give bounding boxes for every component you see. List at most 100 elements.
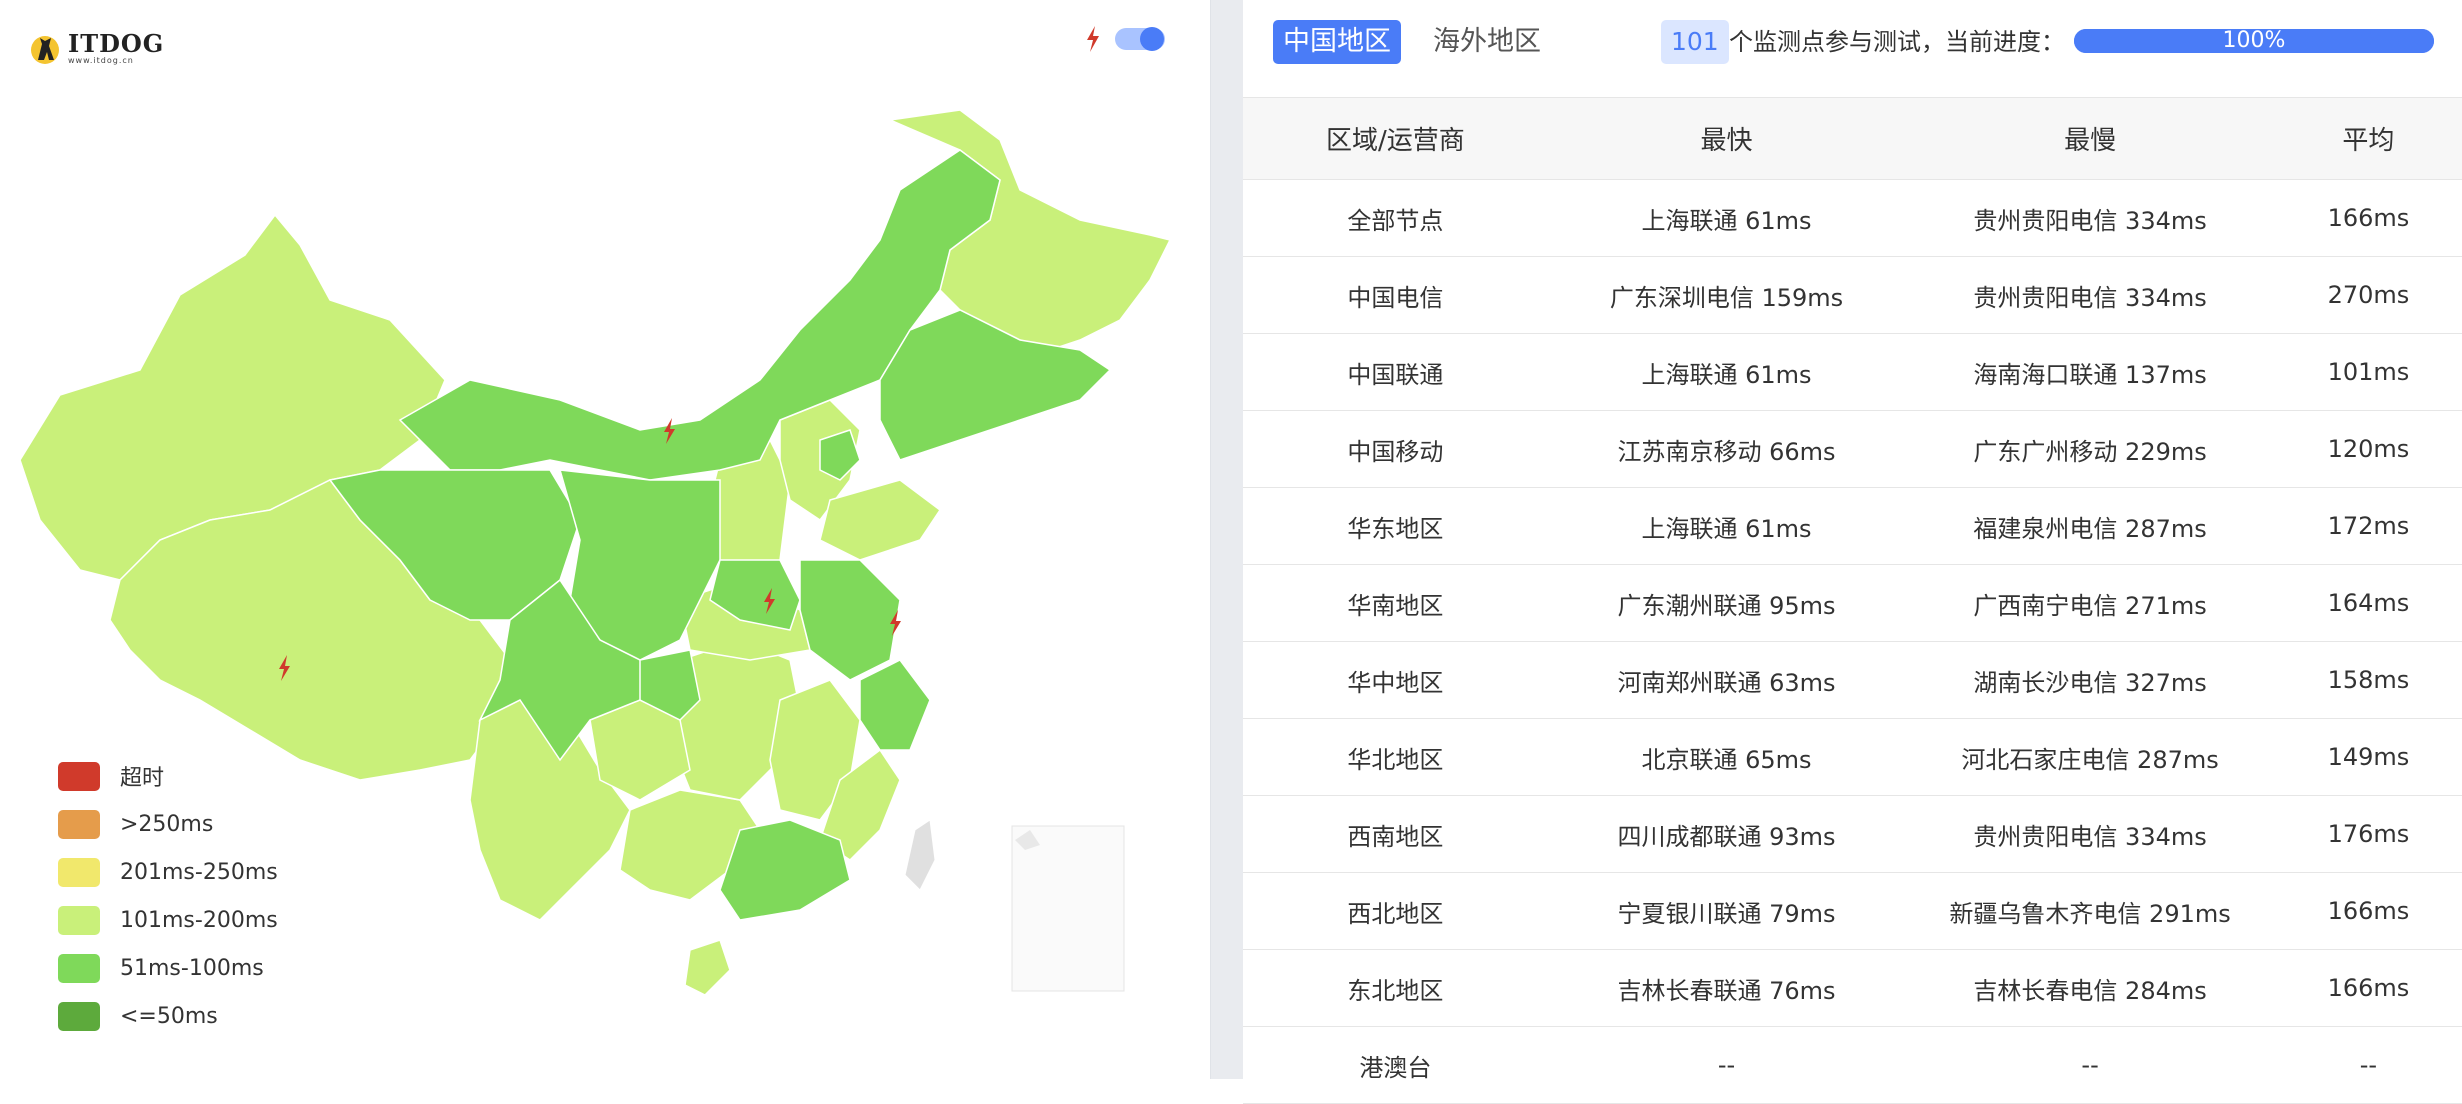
cell-fastest: 江苏南京移动 66ms (1547, 410, 1906, 488)
cell-slowest: 吉林长春电信 284ms (1905, 949, 2275, 1027)
cell-fastest: 上海联通 61ms (1547, 333, 1906, 411)
legend-item-under-50[interactable]: <=50ms (58, 992, 278, 1040)
cell-average: 164ms (2274, 564, 2462, 642)
legend-swatch (58, 809, 100, 839)
cell-slowest: 贵州贵阳电信 334ms (1905, 795, 2275, 873)
cell-average: 166ms (2274, 872, 2462, 950)
region-hainan (684, 939, 731, 996)
lightning-icon (1087, 26, 1099, 52)
results-panel: 中国地区 海外地区 101 个监测点参与测试，当前进度： 100% 区域/运营商… (1243, 0, 2462, 1104)
dog-logo-icon (31, 36, 59, 64)
cell-region: 西南地区 (1243, 795, 1548, 873)
cell-fastest: -- (1547, 1026, 1906, 1104)
cell-fastest: 宁夏银川联通 79ms (1547, 872, 1906, 950)
table-row[interactable]: 港澳台 -- -- -- (1243, 1026, 2462, 1104)
cell-region: 华中地区 (1243, 641, 1548, 719)
cell-region: 中国移动 (1243, 410, 1548, 488)
table-row[interactable]: 华北地区 北京联通 65ms 河北石家庄电信 287ms 149ms (1243, 718, 2462, 796)
legend-item-101-200[interactable]: 101ms-200ms (58, 896, 278, 944)
table-row[interactable]: 华中地区 河南郑州联通 63ms 湖南长沙电信 327ms 158ms (1243, 641, 2462, 719)
cell-slowest: 广西南宁电信 271ms (1905, 564, 2275, 642)
panel-divider[interactable] (1210, 0, 1244, 1079)
results-table: 区域/运营商 最快 最慢 平均 全部节点 上海联通 61ms 贵州贵阳电信 334m… (1243, 97, 2462, 1104)
header-fastest[interactable]: 最快 (1547, 97, 1906, 180)
lightning-toggle[interactable] (1115, 27, 1165, 51)
cell-slowest: -- (1905, 1026, 2275, 1104)
table-row[interactable]: 西北地区 宁夏银川联通 79ms 新疆乌鲁木齐电信 291ms 166ms (1243, 872, 2462, 950)
cell-fastest: 广东深圳电信 159ms (1547, 256, 1906, 334)
progress-bar: 100% (2074, 29, 2434, 53)
probe-count-badge: 101 (1661, 20, 1729, 64)
cell-slowest: 河北石家庄电信 287ms (1905, 718, 2275, 796)
cell-region: 华南地区 (1243, 564, 1548, 642)
cell-region: 华北地区 (1243, 718, 1548, 796)
tab-china[interactable]: 中国地区 (1273, 20, 1401, 64)
cell-average: 270ms (2274, 256, 2462, 334)
table-row[interactable]: 中国联通 上海联通 61ms 海南海口联通 137ms 101ms (1243, 333, 2462, 411)
cell-average: 166ms (2274, 179, 2462, 257)
cell-region: 港澳台 (1243, 1026, 1548, 1104)
cell-slowest: 湖南长沙电信 327ms (1905, 641, 2275, 719)
south-sea-inset (1011, 825, 1125, 992)
region-jiangsu-anhui (799, 559, 901, 681)
cell-region: 全部节点 (1243, 179, 1548, 257)
table-row[interactable]: 中国移动 江苏南京移动 66ms 广东广州移动 229ms 120ms (1243, 410, 2462, 488)
legend-swatch (58, 953, 100, 983)
header-average[interactable]: 平均 (2274, 97, 2462, 180)
legend-item-timeout[interactable]: 超时 (58, 752, 278, 800)
cell-fastest: 上海联通 61ms (1547, 179, 1906, 257)
table-row[interactable]: 华东地区 上海联通 61ms 福建泉州电信 287ms 172ms (1243, 487, 2462, 565)
cell-average: 120ms (2274, 410, 2462, 488)
table-row[interactable]: 全部节点 上海联通 61ms 贵州贵阳电信 334ms 166ms (1243, 179, 2462, 257)
cell-fastest: 北京联通 65ms (1547, 718, 1906, 796)
header-region[interactable]: 区域/运营商 (1243, 97, 1548, 180)
cell-region: 西北地区 (1243, 872, 1548, 950)
cell-slowest: 福建泉州电信 287ms (1905, 487, 2275, 565)
table-row[interactable]: 华南地区 广东潮州联通 95ms 广西南宁电信 271ms 164ms (1243, 564, 2462, 642)
header-slowest[interactable]: 最慢 (1905, 97, 2275, 180)
cell-region: 中国电信 (1243, 256, 1548, 334)
legend-item-201-250[interactable]: 201ms-250ms (58, 848, 278, 896)
table-row[interactable]: 西南地区 四川成都联通 93ms 贵州贵阳电信 334ms 176ms (1243, 795, 2462, 873)
cell-slowest: 海南海口联通 137ms (1905, 333, 2275, 411)
tab-overseas[interactable]: 海外地区 (1423, 20, 1551, 64)
legend-item-over-250[interactable]: >250ms (58, 800, 278, 848)
cell-fastest: 广东潮州联通 95ms (1547, 564, 1906, 642)
cell-average: 149ms (2274, 718, 2462, 796)
progress-label: 100% (2222, 28, 2286, 53)
legend-swatch (58, 761, 100, 791)
cell-average: 172ms (2274, 487, 2462, 565)
map-legend: 超时 >250ms 201ms-250ms 101ms-200ms 51ms-1… (58, 752, 278, 1040)
legend-swatch (58, 857, 100, 887)
brand-name: ITDOG (68, 28, 165, 58)
cell-slowest: 广东广州移动 229ms (1905, 410, 2275, 488)
map-controls (1085, 26, 1165, 52)
region-zhejiang (859, 659, 931, 751)
logo: ITDOG www.itdog.cn (30, 30, 164, 66)
cell-region: 华东地区 (1243, 487, 1548, 565)
cell-slowest: 贵州贵阳电信 334ms (1905, 256, 2275, 334)
map-panel: ITDOG www.itdog.cn 超时 >250ms 201ms-250ms… (0, 0, 1210, 1079)
region-tabs-bar: 中国地区 海外地区 101 个监测点参与测试，当前进度： 100% (1243, 0, 2462, 86)
cell-region: 东北地区 (1243, 949, 1548, 1027)
cell-average: 166ms (2274, 949, 2462, 1027)
cell-fastest: 吉林长春联通 76ms (1547, 949, 1906, 1027)
probe-status-text: 个监测点参与测试，当前进度： (1729, 28, 2065, 56)
legend-item-51-100[interactable]: 51ms-100ms (58, 944, 278, 992)
cell-slowest: 贵州贵阳电信 334ms (1905, 179, 2275, 257)
legend-swatch (58, 1001, 100, 1031)
cell-region: 中国联通 (1243, 333, 1548, 411)
legend-swatch (58, 905, 100, 935)
table-row[interactable]: 东北地区 吉林长春联通 76ms 吉林长春电信 284ms 166ms (1243, 949, 2462, 1027)
cell-average: -- (2274, 1026, 2462, 1104)
region-taiwan (904, 819, 936, 891)
cell-average: 176ms (2274, 795, 2462, 873)
table-header-row: 区域/运营商 最快 最慢 平均 (1243, 97, 2462, 180)
cell-fastest: 四川成都联通 93ms (1547, 795, 1906, 873)
cell-fastest: 河南郑州联通 63ms (1547, 641, 1906, 719)
cell-fastest: 上海联通 61ms (1547, 487, 1906, 565)
cell-average: 158ms (2274, 641, 2462, 719)
cell-slowest: 新疆乌鲁木齐电信 291ms (1905, 872, 2275, 950)
table-row[interactable]: 中国电信 广东深圳电信 159ms 贵州贵阳电信 334ms 270ms (1243, 256, 2462, 334)
cell-average: 101ms (2274, 333, 2462, 411)
